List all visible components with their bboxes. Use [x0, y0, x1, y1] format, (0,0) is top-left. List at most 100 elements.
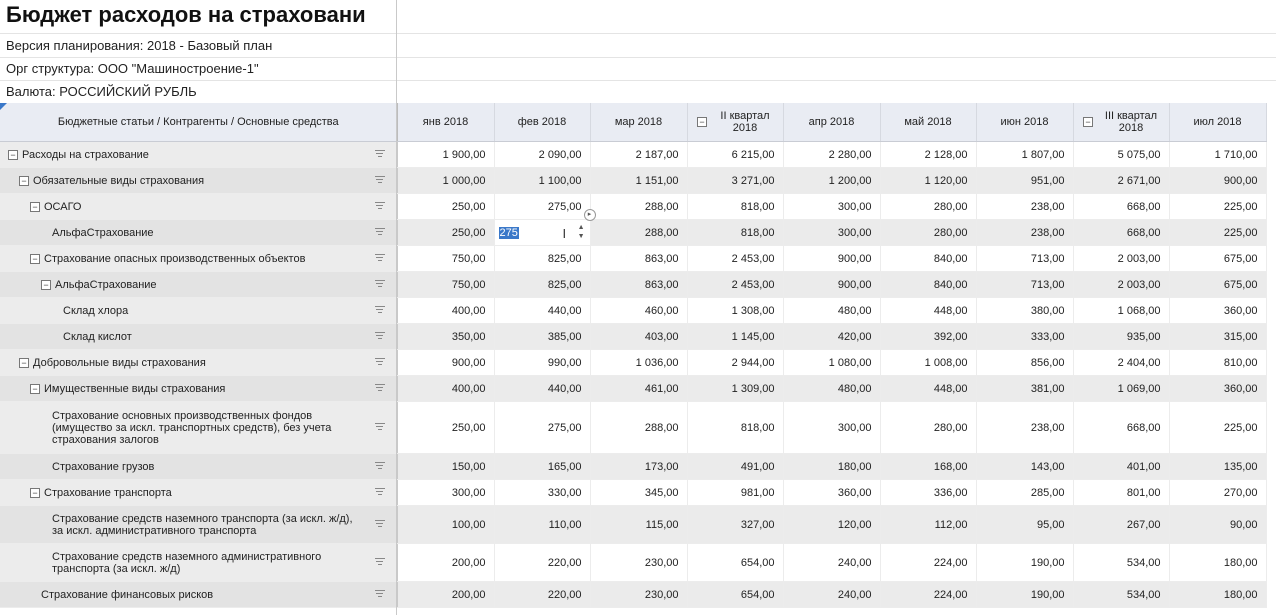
value-cell[interactable]: 440,00 — [494, 375, 591, 402]
value-cell[interactable]: 2 453,00 — [687, 271, 784, 298]
value-cell[interactable]: 900,00 — [783, 271, 881, 298]
value-cell[interactable]: 2 128,00 — [880, 141, 977, 168]
filter-icon[interactable] — [374, 227, 385, 237]
value-cell[interactable]: 300,00 — [397, 479, 495, 506]
value-cell[interactable]: 863,00 — [590, 245, 688, 272]
filter-icon[interactable] — [374, 175, 385, 185]
value-cell[interactable]: 2 944,00 — [687, 349, 784, 376]
value-cell[interactable]: 480,00 — [783, 375, 881, 402]
value-cell[interactable]: 1 145,00 — [687, 323, 784, 350]
cell-editor[interactable]: 275 ▲ ▼ I ▸ — [494, 209, 596, 246]
column-header-4[interactable]: апр 2018 — [783, 103, 881, 142]
collapse-row-icon[interactable]: − — [30, 487, 40, 498]
value-cell[interactable]: 818,00 — [687, 219, 784, 246]
value-cell[interactable]: 675,00 — [1169, 271, 1267, 298]
value-cell[interactable]: 900,00 — [783, 245, 881, 272]
value-cell[interactable]: 448,00 — [880, 297, 977, 324]
filter-icon[interactable] — [374, 461, 385, 471]
row-header[interactable]: − Имущественные виды страхования — [0, 375, 398, 402]
value-cell[interactable]: 238,00 — [976, 401, 1074, 454]
column-header-6[interactable]: июн 2018 — [976, 103, 1074, 142]
value-cell[interactable]: 6 215,00 — [687, 141, 784, 168]
value-cell[interactable]: 180,00 — [783, 453, 881, 480]
value-cell[interactable]: 460,00 — [590, 297, 688, 324]
filter-icon[interactable] — [374, 557, 385, 567]
value-cell[interactable]: 288,00 — [590, 219, 688, 246]
value-cell[interactable]: 935,00 — [1073, 323, 1170, 350]
value-cell[interactable]: 1 036,00 — [590, 349, 688, 376]
value-cell[interactable]: 230,00 — [590, 543, 688, 582]
value-cell[interactable]: 1 309,00 — [687, 375, 784, 402]
value-cell[interactable]: 168,00 — [880, 453, 977, 480]
value-cell[interactable]: 654,00 — [687, 543, 784, 582]
value-cell[interactable]: 750,00 — [397, 271, 495, 298]
value-cell[interactable]: 190,00 — [976, 581, 1074, 608]
filter-icon[interactable] — [374, 487, 385, 497]
column-header-0[interactable]: янв 2018 — [397, 103, 495, 142]
value-cell[interactable]: 225,00 — [1169, 193, 1267, 220]
collapse-row-icon[interactable]: − — [30, 383, 40, 394]
value-cell[interactable]: 360,00 — [1169, 297, 1267, 324]
value-cell[interactable]: 280,00 — [880, 219, 977, 246]
value-cell[interactable]: 327,00 — [687, 505, 784, 544]
value-cell[interactable]: 750,00 — [397, 245, 495, 272]
row-header[interactable]: − Расходы на страхование — [0, 141, 398, 168]
value-cell[interactable]: 380,00 — [976, 297, 1074, 324]
value-cell[interactable]: 801,00 — [1073, 479, 1170, 506]
value-cell[interactable]: 336,00 — [880, 479, 977, 506]
row-header[interactable]: Страхование средств наземного транспорта… — [0, 505, 398, 544]
value-cell[interactable]: 360,00 — [1169, 375, 1267, 402]
value-cell[interactable]: 100,00 — [397, 505, 495, 544]
value-cell[interactable]: 403,00 — [590, 323, 688, 350]
collapse-row-icon[interactable]: − — [19, 175, 29, 186]
row-header[interactable]: − Страхование транспорта — [0, 479, 398, 506]
value-cell[interactable]: 668,00 — [1073, 219, 1170, 246]
value-cell[interactable]: 190,00 — [976, 543, 1074, 582]
value-cell[interactable]: 825,00 — [494, 271, 591, 298]
value-cell[interactable]: 1 151,00 — [590, 167, 688, 194]
cell-navigate-icon[interactable]: ▸ — [583, 209, 596, 221]
value-cell[interactable]: 1 120,00 — [880, 167, 977, 194]
row-header[interactable]: − Страхование опасных производственных об… — [0, 245, 398, 272]
value-cell[interactable]: 401,00 — [1073, 453, 1170, 480]
value-cell[interactable]: 480,00 — [783, 297, 881, 324]
value-cell[interactable]: 5 075,00 — [1073, 141, 1170, 168]
value-cell[interactable]: 1 080,00 — [783, 349, 881, 376]
collapse-quarter-icon[interactable]: − — [1083, 117, 1093, 127]
value-cell[interactable]: 112,00 — [880, 505, 977, 544]
filter-icon[interactable] — [374, 253, 385, 263]
cell-edit-value[interactable]: 275 — [498, 226, 519, 239]
row-header[interactable]: Страхование средств наземного администра… — [0, 543, 398, 582]
value-cell[interactable]: 990,00 — [494, 349, 591, 376]
value-cell[interactable]: 1 710,00 — [1169, 141, 1267, 168]
collapse-row-icon[interactable]: − — [41, 279, 51, 290]
value-cell[interactable]: 280,00 — [880, 193, 977, 220]
value-cell[interactable]: 385,00 — [494, 323, 591, 350]
value-cell[interactable]: 180,00 — [1169, 581, 1267, 608]
filter-icon[interactable] — [374, 201, 385, 211]
value-cell[interactable]: 2 187,00 — [590, 141, 688, 168]
value-cell[interactable]: 1 100,00 — [494, 167, 591, 194]
value-cell[interactable]: 840,00 — [880, 271, 977, 298]
filter-icon[interactable] — [374, 589, 385, 599]
row-header[interactable]: − АльфаСтрахование — [0, 271, 398, 298]
value-cell[interactable]: 173,00 — [590, 453, 688, 480]
value-cell[interactable]: 224,00 — [880, 543, 977, 582]
value-cell[interactable]: 818,00 — [687, 401, 784, 454]
value-cell[interactable]: 713,00 — [976, 271, 1074, 298]
value-cell[interactable]: 3 271,00 — [687, 167, 784, 194]
value-cell[interactable]: 110,00 — [494, 505, 591, 544]
value-cell[interactable]: 225,00 — [1169, 401, 1267, 454]
value-cell[interactable]: 2 404,00 — [1073, 349, 1170, 376]
value-cell[interactable]: 240,00 — [783, 543, 881, 582]
value-cell[interactable]: 951,00 — [976, 167, 1074, 194]
value-cell[interactable]: 288,00 — [590, 193, 688, 220]
filter-icon[interactable] — [374, 279, 385, 289]
value-cell[interactable]: 381,00 — [976, 375, 1074, 402]
filter-icon[interactable] — [374, 422, 385, 432]
value-cell[interactable]: 668,00 — [1073, 401, 1170, 454]
value-cell[interactable]: 440,00 — [494, 297, 591, 324]
value-cell[interactable]: 863,00 — [590, 271, 688, 298]
value-cell[interactable]: 420,00 — [783, 323, 881, 350]
value-cell[interactable]: 1 200,00 — [783, 167, 881, 194]
